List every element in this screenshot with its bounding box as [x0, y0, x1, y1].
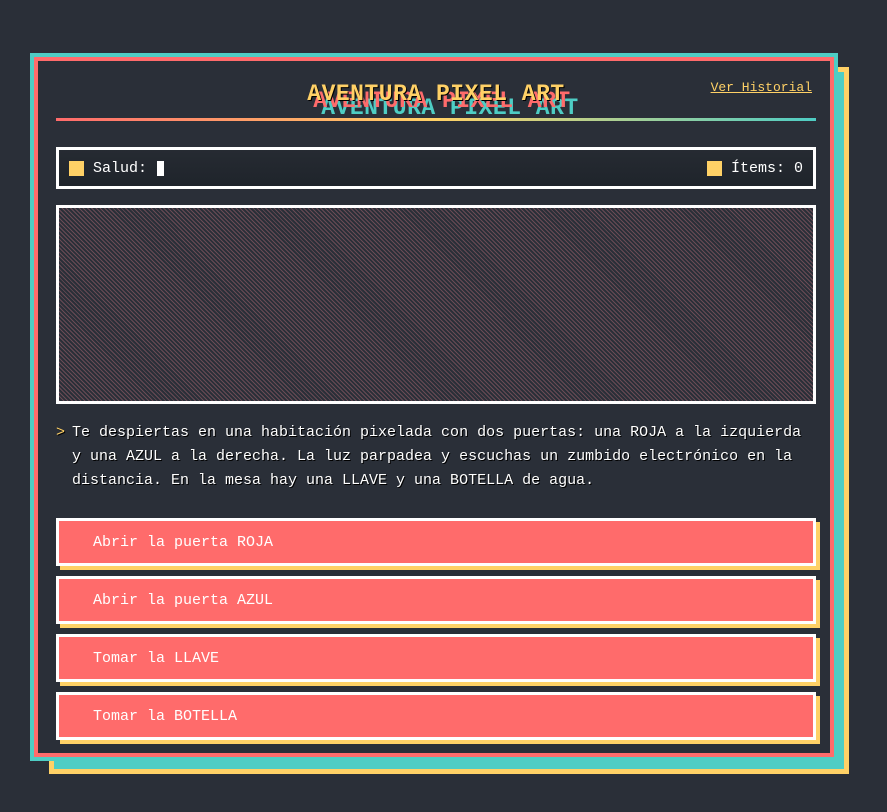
choice-button[interactable]: Abrir la puerta ROJA [56, 518, 816, 566]
status-bar: Salud: Ítems: 0 [56, 147, 816, 189]
choice-take-key[interactable]: Tomar la LLAVE [56, 634, 820, 686]
title-main: AVENTURA PIXEL ART [307, 81, 565, 107]
title-divider [56, 118, 816, 121]
items-count: 0 [793, 159, 803, 177]
prompt-chevron-icon: > [56, 424, 66, 441]
items-label: Ítems: [730, 159, 785, 177]
health-bar [157, 160, 165, 176]
items-stat: Ítems: 0 [706, 159, 803, 177]
choice-open-blue-door[interactable]: Abrir la puerta AZUL [56, 576, 820, 628]
health-label: Salud: [93, 159, 148, 177]
choice-list: Abrir la puerta ROJA Abrir la puerta AZU… [56, 518, 820, 750]
choice-button[interactable]: Tomar la BOTELLA [56, 692, 816, 740]
choice-open-red-door[interactable]: Abrir la puerta ROJA [56, 518, 820, 570]
game-title: AVENTURA PIXEL ART AVENTURA PIXEL ART AV… [56, 79, 816, 121]
health-stat: Salud: [69, 159, 165, 177]
choice-take-bottle[interactable]: Tomar la BOTELLA [56, 692, 820, 744]
items-square-icon [706, 160, 722, 176]
view-history-link[interactable]: Ver Historial [711, 80, 812, 95]
choice-button[interactable]: Tomar la LLAVE [56, 634, 816, 682]
choice-button[interactable]: Abrir la puerta AZUL [56, 576, 816, 624]
scene-canvas [56, 205, 816, 404]
narrative-text: Te despiertas en una habitación pixelada… [72, 424, 802, 489]
game-panel: AVENTURA PIXEL ART AVENTURA PIXEL ART AV… [34, 57, 834, 757]
narrative-text-block: > Te despiertas en una habitación pixela… [56, 421, 816, 493]
health-square-icon [69, 160, 84, 176]
